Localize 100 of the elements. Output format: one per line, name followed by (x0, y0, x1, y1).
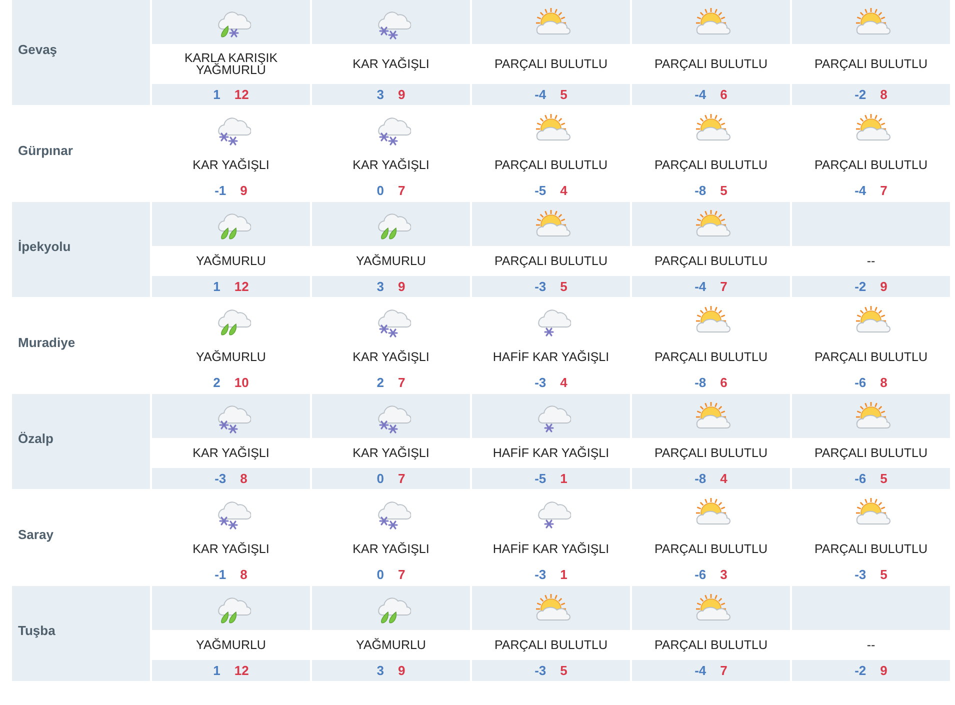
low-temperature: -4 (694, 87, 706, 102)
low-temperature: -3 (534, 375, 546, 390)
low-temperature: -4 (694, 663, 706, 678)
weather-condition: PARÇALI BULUTLU (494, 159, 608, 171)
district-name: Gevaş (18, 42, 58, 57)
high-temperature: 3 (720, 567, 728, 582)
high-temperature: 5 (880, 471, 888, 486)
low-temperature: -3 (214, 471, 226, 486)
weather-condition: YAĞMURLU (196, 351, 266, 363)
high-temperature: 8 (240, 567, 248, 582)
low-temperature: -6 (694, 567, 706, 582)
high-temperature: 4 (560, 375, 568, 390)
high-temperature: 12 (234, 87, 249, 102)
weather-condition: PARÇALI BULUTLU (814, 447, 928, 459)
low-temperature: 1 (213, 279, 220, 294)
low-temperature: -3 (534, 279, 546, 294)
low-temperature: -4 (854, 183, 866, 198)
weather-condition: HAFİF KAR YAĞIŞLI (492, 543, 610, 555)
high-temperature: 5 (560, 663, 568, 678)
high-temperature: 12 (234, 279, 249, 294)
weather-condition: YAĞMURLU (196, 255, 266, 267)
low-temperature: 0 (376, 471, 384, 486)
weather-condition: PARÇALI BULUTLU (814, 351, 928, 363)
high-temperature: 6 (720, 375, 728, 390)
weather-condition: PARÇALI BULUTLU (494, 255, 608, 267)
high-temperature: 7 (720, 279, 728, 294)
low-temperature: 3 (376, 279, 384, 294)
low-temperature: -3 (534, 663, 546, 678)
low-temperature: -8 (694, 183, 706, 198)
high-temperature: 6 (720, 87, 728, 102)
low-temperature: -8 (694, 375, 706, 390)
low-temperature: -1 (214, 567, 226, 582)
low-temperature: 1 (213, 663, 220, 678)
high-temperature: 7 (398, 375, 406, 390)
high-temperature: 1 (560, 567, 568, 582)
weather-condition: -- (866, 639, 876, 651)
high-temperature: 10 (234, 375, 249, 390)
low-temperature: -2 (854, 663, 866, 678)
weather-condition: PARÇALI BULUTLU (494, 58, 608, 70)
district-name: Saray (18, 527, 54, 542)
high-temperature: 1 (560, 471, 568, 486)
high-temperature: 9 (880, 279, 888, 294)
high-temperature: 9 (880, 663, 888, 678)
low-temperature: -2 (854, 87, 866, 102)
low-temperature: -1 (214, 183, 226, 198)
weather-condition: PARÇALI BULUTLU (814, 543, 928, 555)
weather-condition: PARÇALI BULUTLU (654, 255, 768, 267)
weather-condition: PARÇALI BULUTLU (654, 543, 768, 555)
high-temperature: 5 (560, 279, 568, 294)
district-name: Muradiye (18, 335, 76, 350)
high-temperature: 9 (398, 663, 406, 678)
low-temperature: -6 (854, 375, 866, 390)
low-temperature: 3 (376, 663, 384, 678)
weather-condition: YAĞMURLU (356, 255, 426, 267)
weather-condition: HAFİF KAR YAĞIŞLI (492, 351, 610, 363)
weather-condition: KAR YAĞIŞLI (352, 159, 430, 171)
weather-condition: PARÇALI BULUTLU (814, 159, 928, 171)
low-temperature: -6 (854, 471, 866, 486)
high-temperature: 4 (560, 183, 568, 198)
weather-condition: PARÇALI BULUTLU (814, 58, 928, 70)
weather-condition: YAĞMURLU (356, 639, 426, 651)
high-temperature: 8 (880, 87, 888, 102)
high-temperature: 7 (398, 567, 406, 582)
high-temperature: 8 (240, 471, 248, 486)
high-temperature: 7 (880, 183, 888, 198)
high-temperature: 4 (720, 471, 728, 486)
weather-condition: PARÇALI BULUTLU (654, 159, 768, 171)
high-temperature: 9 (398, 87, 406, 102)
weather-condition: KAR YAĞIŞLI (352, 58, 430, 70)
low-temperature: 2 (213, 375, 220, 390)
high-temperature: 12 (234, 663, 249, 678)
high-temperature: 5 (720, 183, 728, 198)
weather-condition: PARÇALI BULUTLU (654, 639, 768, 651)
high-temperature: 9 (240, 183, 248, 198)
weather-condition: PARÇALI BULUTLU (654, 447, 768, 459)
weather-condition: PARÇALI BULUTLU (654, 58, 768, 70)
low-temperature: -2 (854, 279, 866, 294)
low-temperature: 1 (213, 87, 220, 102)
weather-condition: KAR YAĞIŞLI (192, 159, 270, 171)
high-temperature: 8 (880, 375, 888, 390)
high-temperature: 9 (398, 279, 406, 294)
district-name: İpekyolu (18, 239, 71, 254)
weather-condition: KAR YAĞIŞLI (352, 351, 430, 363)
low-temperature: -3 (854, 567, 866, 582)
low-temperature: 0 (376, 567, 384, 582)
low-temperature: -4 (694, 279, 706, 294)
weather-condition: PARÇALI BULUTLU (494, 639, 608, 651)
low-temperature: 3 (376, 87, 384, 102)
high-temperature: 7 (720, 663, 728, 678)
high-temperature: 7 (398, 183, 406, 198)
low-temperature: -5 (534, 183, 546, 198)
high-temperature: 7 (398, 471, 406, 486)
district-name: Tuşba (18, 623, 56, 638)
weather-condition: -- (866, 255, 876, 267)
high-temperature: 5 (880, 567, 888, 582)
high-temperature: 5 (560, 87, 568, 102)
weather-condition: KAR YAĞIŞLI (192, 543, 270, 555)
district-name: Gürpınar (18, 143, 73, 158)
low-temperature: -3 (534, 567, 546, 582)
low-temperature: 2 (376, 375, 384, 390)
